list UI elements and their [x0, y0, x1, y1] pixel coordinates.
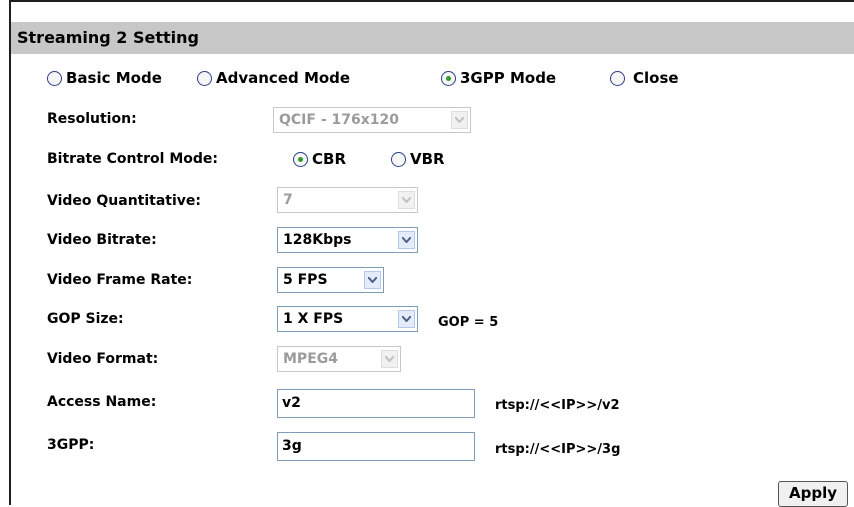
access-name-label: Access Name: [47, 394, 157, 410]
resolution-label: Resolution: [47, 111, 137, 127]
video-format-select: MPEG4 [277, 346, 401, 372]
threegpp-value: 3g [282, 438, 302, 454]
frame-rate-label: Video Frame Rate: [47, 272, 193, 288]
chevron-down-icon[interactable] [398, 310, 415, 328]
section-title: Streaming 2 Setting [17, 28, 199, 47]
mode-advanced-label: Advanced Mode [216, 69, 351, 87]
bitrate-mode-label: Bitrate Control Mode: [47, 151, 218, 167]
gop-size-value: 1 X FPS [283, 311, 344, 327]
radio-icon[interactable] [610, 70, 625, 86]
video-bitrate-select[interactable]: 128Kbps [277, 227, 418, 253]
threegpp-url: rtsp://<<IP>>/3g [495, 442, 621, 457]
mode-close-radio[interactable]: Close [610, 69, 679, 87]
mode-close-label: Close [633, 69, 679, 87]
video-bitrate-label: Video Bitrate: [47, 232, 157, 248]
resolution-select: QCIF - 176x120 [273, 107, 471, 133]
vbr-radio[interactable]: VBR [391, 150, 445, 168]
chevron-down-icon [381, 350, 398, 368]
resolution-value: QCIF - 176x120 [279, 112, 399, 128]
threegpp-input[interactable]: 3g [277, 432, 475, 461]
chevron-down-icon[interactable] [364, 271, 381, 289]
chevron-down-icon [398, 191, 415, 209]
mode-basic-label: Basic Mode [66, 69, 162, 87]
gop-size-label: GOP Size: [47, 311, 124, 327]
access-name-value: v2 [282, 395, 301, 411]
apply-button[interactable]: Apply [778, 481, 848, 507]
quantitative-select: 7 [277, 187, 418, 213]
mode-3gpp-label: 3GPP Mode [460, 69, 557, 87]
mode-advanced-radio[interactable]: Advanced Mode [197, 69, 350, 87]
frame-rate-value: 5 FPS [283, 272, 328, 288]
quantitative-label: Video Quantitative: [47, 193, 202, 209]
radio-checked-icon[interactable] [441, 70, 456, 86]
radio-icon[interactable] [391, 151, 406, 167]
gop-note: GOP = 5 [438, 315, 499, 330]
access-name-url: rtsp://<<IP>>/v2 [495, 398, 620, 413]
video-format-label: Video Format: [47, 351, 159, 367]
cbr-radio[interactable]: CBR [293, 150, 346, 168]
cbr-label: CBR [312, 150, 346, 168]
vbr-label: VBR [410, 150, 445, 168]
radio-icon[interactable] [47, 70, 62, 86]
radio-icon[interactable] [197, 70, 212, 86]
threegpp-label: 3GPP: [47, 437, 95, 453]
gop-size-select[interactable]: 1 X FPS [277, 306, 418, 332]
section-header: Streaming 2 Setting [11, 22, 854, 54]
radio-checked-icon[interactable] [293, 151, 308, 167]
quantitative-value: 7 [283, 192, 293, 208]
chevron-down-icon [451, 111, 468, 129]
chevron-down-icon[interactable] [398, 231, 415, 249]
video-format-value: MPEG4 [283, 351, 338, 367]
mode-basic-radio[interactable]: Basic Mode [47, 69, 162, 87]
access-name-input[interactable]: v2 [277, 389, 475, 418]
mode-3gpp-radio[interactable]: 3GPP Mode [441, 69, 556, 87]
frame-rate-select[interactable]: 5 FPS [277, 267, 384, 293]
video-bitrate-value: 128Kbps [283, 232, 352, 248]
